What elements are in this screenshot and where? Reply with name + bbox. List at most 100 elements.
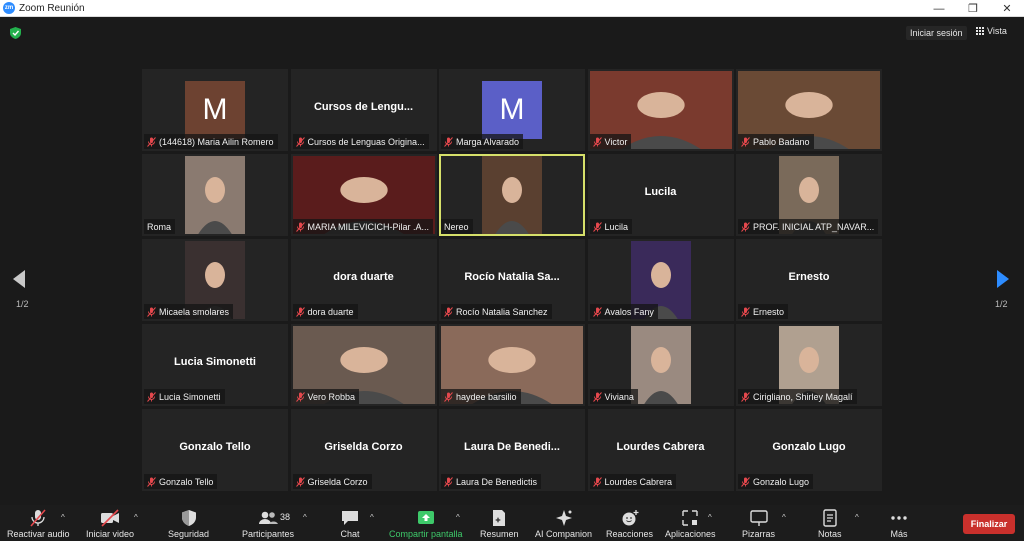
participant-tile[interactable]: MARIA MILEVICICH-Pilar .A... bbox=[290, 154, 437, 236]
mic-muted-icon bbox=[295, 136, 305, 147]
participant-tile[interactable]: dora duarte dora duarte bbox=[290, 239, 437, 321]
participant-tile[interactable]: Gonzalo Tello Gonzalo Tello bbox=[142, 409, 288, 491]
video-options-caret[interactable]: ^ bbox=[134, 513, 138, 522]
participant-tile[interactable]: haydee barsilio bbox=[439, 324, 585, 406]
window-titlebar: zm Zoom Reunión — ❐ ✕ bbox=[0, 0, 1024, 17]
participant-name-label: Gonzalo Lugo bbox=[738, 474, 814, 489]
mic-muted-icon bbox=[295, 221, 305, 232]
mic-muted-icon bbox=[147, 136, 156, 147]
page-indicator-right: 1/2 bbox=[995, 299, 1008, 309]
notes-options-caret[interactable]: ^ bbox=[855, 513, 859, 522]
participant-tile[interactable]: Lourdes Cabrera Lourdes Cabrera bbox=[587, 409, 734, 491]
meeting-toolbar: Reactivar audio ^ Iniciar video ^ Seguri… bbox=[0, 505, 1024, 541]
participant-name-label: Cursos de Lenguas Origina... bbox=[292, 134, 429, 149]
audio-options-caret[interactable]: ^ bbox=[61, 513, 65, 522]
participant-name-label: Victor bbox=[589, 134, 632, 149]
whiteboards-button[interactable]: Pizarras bbox=[742, 509, 775, 539]
mic-muted-icon bbox=[741, 476, 750, 487]
participant-tile[interactable]: Ernesto Ernesto bbox=[736, 239, 882, 321]
participant-tile[interactable]: Griselda Corzo Griselda Corzo bbox=[290, 409, 437, 491]
chat-bubble-icon bbox=[342, 511, 358, 525]
video-frame bbox=[630, 326, 691, 404]
participant-display-name: Cursos de Lengu... bbox=[313, 101, 413, 113]
participant-tile[interactable]: Lucila Lucila bbox=[587, 154, 734, 236]
minimize-button[interactable]: — bbox=[922, 0, 956, 17]
view-label: Vista bbox=[987, 26, 1007, 36]
participant-tile[interactable]: Nereo bbox=[439, 154, 585, 236]
participant-tile[interactable]: Pablo Badano bbox=[736, 69, 882, 151]
more-button[interactable]: Más bbox=[889, 509, 909, 539]
chat-button[interactable]: Chat bbox=[340, 509, 360, 539]
participant-tile[interactable]: Lucia Simonetti Lucia Simonetti bbox=[142, 324, 288, 406]
participant-display-name: Laura De Benedi... bbox=[464, 441, 560, 453]
mic-muted-icon bbox=[592, 306, 602, 317]
participant-tile[interactable]: Victor bbox=[587, 69, 734, 151]
video-frame bbox=[482, 156, 542, 234]
encryption-shield-icon[interactable] bbox=[10, 27, 21, 39]
participant-name: Lourdes Cabrera bbox=[604, 476, 673, 487]
participant-tile[interactable]: M Marga Alvarado bbox=[439, 69, 585, 151]
participant-tile[interactable]: Cirigliano, Shirley Magalí bbox=[736, 324, 882, 406]
prev-page-arrow-icon[interactable] bbox=[13, 270, 25, 288]
participant-name-label: Lucia Simonetti bbox=[144, 389, 225, 404]
ai-companion-button[interactable]: AI Companion bbox=[535, 509, 592, 539]
close-button[interactable]: ✕ bbox=[990, 0, 1024, 17]
participant-name: Avalos Fany bbox=[604, 306, 654, 317]
participant-tile[interactable]: Cursos de Lengu... Cursos de Lenguas Orig… bbox=[290, 69, 437, 151]
share-screen-button[interactable]: Compartir pantalla bbox=[389, 509, 463, 539]
view-button[interactable]: Vista bbox=[976, 26, 1007, 36]
participant-display-name: Rocío Natalia Sa... bbox=[464, 271, 560, 283]
participant-tile[interactable]: PROF. INICIAL ATP_NAVAR... bbox=[736, 154, 882, 236]
participant-name-label: Lucila bbox=[589, 219, 633, 234]
participant-tile[interactable]: M (144618) Maria Ailin Romero bbox=[142, 69, 288, 151]
participant-tile[interactable]: Rocío Natalia Sa... Rocío Natalia Sanchez bbox=[439, 239, 585, 321]
participant-name-label: Roma bbox=[144, 219, 176, 234]
mic-muted-icon bbox=[444, 306, 453, 317]
whiteboards-options-caret[interactable]: ^ bbox=[782, 513, 786, 522]
participant-name: (144618) Maria Ailin Romero bbox=[159, 136, 274, 147]
notes-button[interactable]: Notas bbox=[818, 509, 842, 539]
participant-name: Marga Alvarado bbox=[456, 136, 520, 147]
participants-options-caret[interactable]: ^ bbox=[303, 513, 307, 522]
participant-display-name: Griselda Corzo bbox=[324, 441, 403, 453]
chat-options-caret[interactable]: ^ bbox=[370, 513, 374, 522]
signin-button[interactable]: Iniciar sesión bbox=[906, 26, 967, 40]
summary-button[interactable]: Resumen bbox=[480, 509, 519, 539]
participant-name-label: PROF. INICIAL ATP_NAVAR... bbox=[738, 219, 879, 234]
participant-name-label: Cirigliano, Shirley Magalí bbox=[738, 389, 857, 404]
participant-name: dora duarte bbox=[307, 306, 354, 317]
participant-name: Lucia Simonetti bbox=[159, 391, 221, 402]
participant-tile[interactable]: Vero Robba bbox=[290, 324, 437, 406]
participant-name: Micaela smolares bbox=[159, 306, 230, 317]
participant-tile[interactable]: Roma bbox=[142, 154, 288, 236]
participant-display-name: Gonzalo Lugo bbox=[772, 441, 846, 453]
participant-name-label: Micaela smolares bbox=[144, 304, 234, 319]
share-options-caret[interactable]: ^ bbox=[456, 513, 460, 522]
window-title: Zoom Reunión bbox=[19, 2, 85, 14]
restore-button[interactable]: ❐ bbox=[956, 0, 990, 17]
participant-name: Rocío Natalia Sanchez bbox=[456, 306, 548, 317]
participant-video bbox=[630, 326, 691, 404]
apps-options-caret[interactable]: ^ bbox=[708, 513, 712, 522]
participant-tile[interactable]: Avalos Fany bbox=[587, 239, 734, 321]
participant-video bbox=[482, 156, 542, 234]
participant-name-label: Laura De Benedictis bbox=[441, 474, 542, 489]
participant-tile[interactable]: Laura De Benedi... Laura De Benedictis bbox=[439, 409, 585, 491]
participant-name-label: dora duarte bbox=[292, 304, 358, 319]
end-meeting-button[interactable]: Finalizar bbox=[963, 514, 1015, 534]
participant-display-name: Gonzalo Tello bbox=[179, 441, 251, 453]
participant-tile[interactable]: Viviana bbox=[587, 324, 734, 406]
next-page-arrow-icon[interactable] bbox=[997, 270, 1009, 288]
participant-name-label: Avalos Fany bbox=[589, 304, 658, 319]
security-button[interactable]: Seguridad bbox=[168, 509, 209, 539]
mic-muted-icon bbox=[444, 476, 453, 487]
participant-tile[interactable]: Gonzalo Lugo Gonzalo Lugo bbox=[736, 409, 882, 491]
mic-muted-icon bbox=[592, 136, 602, 147]
mic-muted-icon bbox=[592, 476, 602, 487]
mic-muted-icon bbox=[592, 391, 602, 402]
participant-tile[interactable]: Micaela smolares bbox=[142, 239, 288, 321]
reactions-button[interactable]: Reacciones bbox=[606, 509, 653, 539]
participant-name: Griselda Corzo bbox=[307, 476, 368, 487]
start-video-button[interactable]: Iniciar video bbox=[86, 509, 134, 539]
avatar: M bbox=[482, 81, 542, 139]
